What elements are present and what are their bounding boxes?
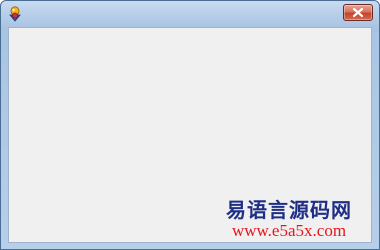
app-window bbox=[0, 0, 380, 250]
title-bar[interactable] bbox=[1, 1, 379, 27]
close-icon bbox=[352, 7, 364, 18]
app-icon[interactable] bbox=[7, 6, 23, 22]
close-button[interactable] bbox=[343, 4, 373, 21]
client-area[interactable] bbox=[8, 27, 372, 243]
